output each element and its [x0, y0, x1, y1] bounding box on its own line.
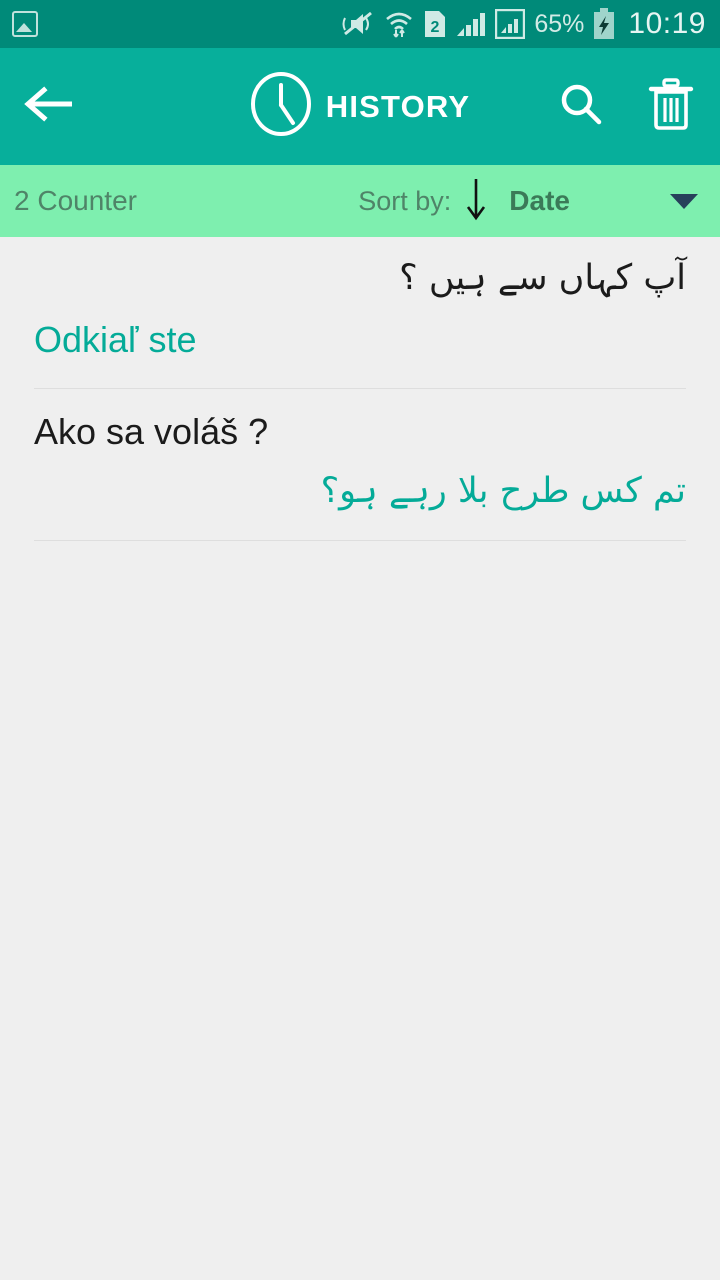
- search-button[interactable]: [558, 81, 604, 132]
- history-target-text: Odkiaľ ste: [34, 318, 197, 360]
- signal-bars-sim1-icon: [456, 10, 486, 38]
- search-icon: [561, 84, 602, 125]
- clock-icon: [250, 71, 312, 142]
- history-source-text: Ako sa voláš ?: [34, 410, 269, 452]
- signal-bars-sim2-icon: [495, 9, 526, 39]
- history-item[interactable]: Ako sa voláš ? تم کس طرح بلا رہے ہو؟: [0, 389, 720, 540]
- history-target-text: تم کس طرح بلا رہے ہو؟: [320, 470, 686, 511]
- page-title: HISTORY: [325, 88, 471, 124]
- svg-text:2: 2: [431, 19, 440, 36]
- status-bar-clock: 10:19: [628, 7, 706, 40]
- app-bar: HISTORY: [0, 48, 720, 165]
- delete-icon: [648, 78, 694, 130]
- status-bar-right: 2 65% 10:19: [341, 7, 706, 41]
- history-list: آپ کہاں سے ہیں ؟ Odkiaľ ste Ako sa voláš…: [0, 237, 720, 541]
- status-bar: 2 65% 10:19: [0, 0, 720, 48]
- sort-bar: 2 Counter Sort by: Date: [0, 165, 720, 237]
- chevron-down-icon[interactable]: [670, 193, 698, 209]
- sort-value-label: Date: [509, 185, 570, 216]
- status-bar-left: [12, 11, 38, 37]
- sort-by-label: Sort by:: [358, 185, 452, 216]
- history-source-text: آپ کہاں سے ہیں ؟: [399, 258, 686, 298]
- battery-percent-label: 65%: [534, 9, 585, 38]
- app-bar-actions: [558, 78, 694, 135]
- list-divider: [34, 539, 686, 541]
- counter-label: 2 Counter: [14, 185, 137, 216]
- history-item[interactable]: آپ کہاں سے ہیں ؟ Odkiaľ ste: [0, 237, 720, 388]
- wifi-data-icon: [384, 9, 414, 39]
- battery-charging-icon: [593, 8, 615, 40]
- photo-screenshot-icon: [12, 11, 38, 37]
- sort-direction-down-icon[interactable]: [463, 176, 489, 227]
- delete-button[interactable]: [648, 78, 694, 135]
- sim2-icon: 2: [423, 9, 447, 39]
- back-arrow-icon: [22, 84, 78, 129]
- vibrate-mute-icon: [341, 10, 375, 38]
- sort-control[interactable]: Sort by: Date: [358, 176, 698, 227]
- back-button[interactable]: [22, 84, 84, 129]
